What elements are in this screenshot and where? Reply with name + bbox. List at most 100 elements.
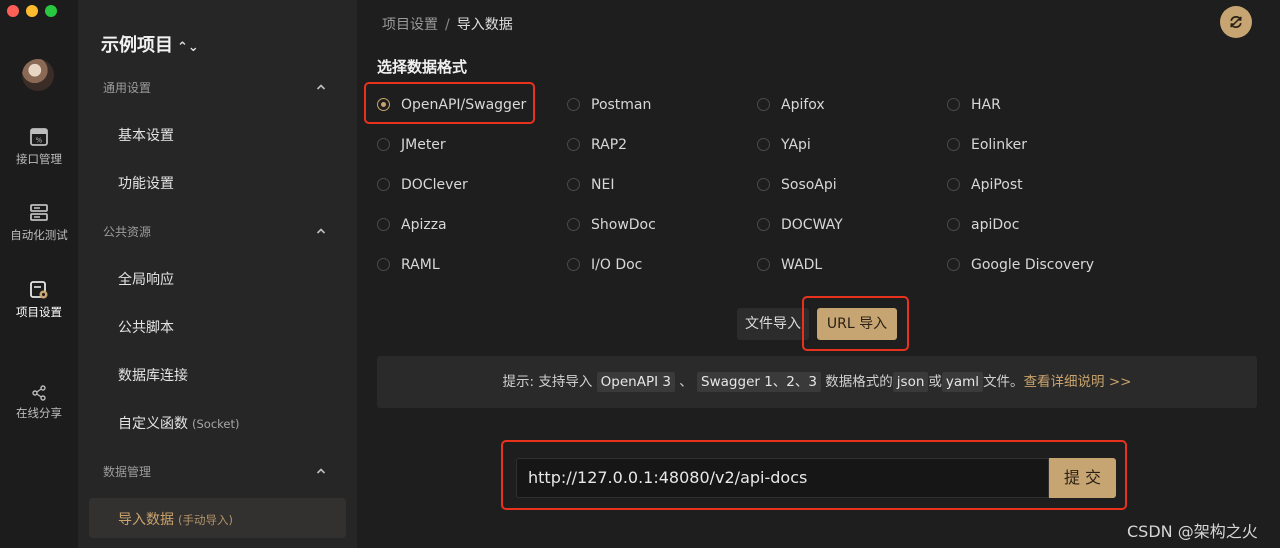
- radio-indicator: [947, 98, 960, 111]
- chevron-up-icon[interactable]: [316, 226, 326, 236]
- radio-label: YApi: [781, 137, 811, 153]
- rail-item-project-settings[interactable]: 项目设置: [0, 280, 78, 320]
- watermark: CSDN @架构之火: [1127, 522, 1258, 541]
- avatar[interactable]: [22, 59, 54, 91]
- tip-text: 提示: 支持导入: [502, 374, 593, 390]
- sidebar-item-custom-function[interactable]: 自定义函数 (Socket): [118, 413, 239, 433]
- radio-label: HAR: [971, 97, 1001, 113]
- radio-label: Apifox: [781, 97, 825, 113]
- sidebar-item-global-response[interactable]: 全局响应: [118, 269, 174, 289]
- nav-sublabel: (手动导入): [178, 513, 233, 527]
- radio-indicator: [757, 138, 770, 151]
- tip-text: 或: [928, 374, 942, 390]
- radio-indicator: [377, 218, 390, 231]
- radio-indicator: [567, 178, 580, 191]
- nav-label: 导入数据: [118, 512, 174, 528]
- breadcrumb-current: 导入数据: [456, 17, 513, 33]
- radio-indicator: [567, 258, 580, 271]
- tip-text: 数据格式的: [825, 374, 893, 390]
- radio-label: RAML: [401, 257, 440, 273]
- radio-label: ApiPost: [971, 177, 1023, 193]
- rail-label: 项目设置: [16, 305, 62, 319]
- radio-indicator: [947, 138, 960, 151]
- tip-code: json: [892, 372, 929, 392]
- radio-label: RAP2: [591, 137, 628, 153]
- radio-indicator: [947, 178, 960, 191]
- radio-indicator: [757, 178, 770, 191]
- radio-indicator: [377, 258, 390, 271]
- tip-code: Swagger 1、2、3: [697, 372, 821, 392]
- radio-indicator: [757, 258, 770, 271]
- radio-indicator: [757, 218, 770, 231]
- highlight-box-openapi: [364, 82, 535, 124]
- rail-item-share[interactable]: 在线分享: [0, 385, 78, 421]
- sidebar-item-database-connection[interactable]: 数据库连接: [118, 365, 188, 385]
- nav-sublabel: (Socket): [192, 417, 240, 431]
- breadcrumb-parent[interactable]: 项目设置: [382, 17, 438, 33]
- sidebar-item-feature-settings[interactable]: 功能设置: [118, 173, 174, 193]
- highlight-box-url-form: [501, 440, 1127, 510]
- svg-text:%: %: [36, 137, 43, 145]
- rail-label: 在线分享: [16, 406, 62, 420]
- section-title: 选择数据格式: [377, 58, 468, 76]
- details-link[interactable]: 查看详细说明 >>: [1024, 374, 1132, 390]
- chevron-up-icon[interactable]: [316, 82, 326, 92]
- share-icon: [32, 385, 46, 401]
- rail-item-automation[interactable]: 自动化测试: [0, 203, 78, 243]
- zoom-window-button[interactable]: [45, 5, 57, 17]
- radio-label: SosoApi: [781, 177, 837, 193]
- radio-label: Postman: [591, 97, 652, 113]
- radio-indicator: [377, 178, 390, 191]
- chevron-updown-icon: ⌃⌄: [177, 40, 199, 55]
- project-switcher[interactable]: 示例项目 ⌃⌄: [101, 31, 199, 57]
- group-header-general[interactable]: 通用设置: [103, 79, 151, 96]
- radio-label: NEI: [591, 177, 615, 193]
- radio-indicator: [567, 218, 580, 231]
- file-import-tab[interactable]: 文件导入: [737, 308, 809, 340]
- group-header-data-management[interactable]: 数据管理: [103, 463, 151, 480]
- radio-label: I/O Doc: [591, 257, 643, 273]
- rail-item-api-management[interactable]: % 接口管理: [0, 127, 78, 167]
- radio-label: Eolinker: [971, 137, 1028, 153]
- tip-text: 文件。: [983, 374, 1024, 390]
- breadcrumb-separator: /: [445, 17, 450, 33]
- chevron-up-icon[interactable]: [316, 466, 326, 476]
- sidebar-item-public-script[interactable]: 公共脚本: [118, 317, 174, 337]
- sync-icon: [1230, 16, 1242, 28]
- radio-indicator: [757, 98, 770, 111]
- radio-indicator: [567, 138, 580, 151]
- radio-label: ShowDoc: [591, 217, 656, 233]
- group-header-public-resources[interactable]: 公共资源: [103, 223, 151, 240]
- radio-indicator: [567, 98, 580, 111]
- close-window-button[interactable]: [7, 5, 19, 17]
- radio-indicator: [377, 138, 390, 151]
- radio-label: JMeter: [401, 137, 446, 153]
- import-tip: 提示: 支持导入 OpenAPI 3 、 Swagger 1、2、3 数据格式的…: [377, 356, 1257, 408]
- tip-text: 、: [679, 374, 693, 390]
- radio-label: DOCWAY: [781, 217, 843, 233]
- project-name: 示例项目: [101, 35, 173, 56]
- sidebar-item-basic-settings[interactable]: 基本设置: [118, 125, 174, 145]
- radio-label: DOClever: [401, 177, 468, 193]
- project-settings-icon: [30, 281, 48, 299]
- main-content: 项目设置 / 导入数据 选择数据格式 OpenAPI/Swagger Postman…: [357, 0, 1280, 548]
- tip-code: OpenAPI 3: [596, 372, 675, 392]
- breadcrumb: 项目设置 / 导入数据: [382, 14, 513, 34]
- radio-label: apiDoc: [971, 217, 1020, 233]
- sidebar-item-import-data[interactable]: 导入数据 (手动导入): [89, 498, 346, 538]
- radio-label: WADL: [781, 257, 823, 273]
- api-box-icon: %: [30, 128, 48, 146]
- rail-label: 接口管理: [16, 152, 62, 166]
- tip-code: yaml: [941, 372, 984, 392]
- sync-button[interactable]: [1220, 6, 1252, 38]
- radio-indicator: [947, 258, 960, 271]
- settings-sidebar: 示例项目 ⌃⌄ 通用设置 基本设置 功能设置 公共资源 全局响应 公共脚本 数据库…: [78, 0, 357, 548]
- minimize-window-button[interactable]: [26, 5, 38, 17]
- app-rail: % 接口管理 自动化测试 项目设置 在线分享: [0, 0, 78, 548]
- nav-label: 自定义函数: [118, 416, 188, 432]
- radio-indicator: [947, 218, 960, 231]
- server-stack-icon: [30, 204, 48, 221]
- radio-label: Apizza: [401, 217, 447, 233]
- highlight-box-url-import: [802, 296, 909, 351]
- rail-label: 自动化测试: [10, 228, 68, 242]
